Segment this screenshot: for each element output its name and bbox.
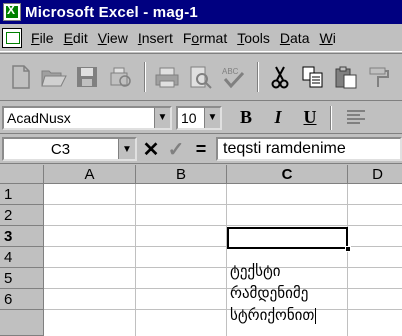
column-header-a[interactable]: A xyxy=(44,165,136,184)
enter-entry-button[interactable]: ✓ xyxy=(165,137,187,161)
format-painter-icon[interactable] xyxy=(364,62,394,92)
gridline xyxy=(226,184,227,336)
italic-button[interactable]: I xyxy=(264,105,292,131)
formula-bar: C3 ▼ ✕ ✓ = teqsti ramdenime xyxy=(0,135,402,164)
menu-view[interactable]: View xyxy=(93,30,133,46)
formula-input[interactable]: teqsti ramdenime xyxy=(216,137,402,161)
gridline xyxy=(135,184,136,336)
row-header-4[interactable]: 4 xyxy=(0,247,44,268)
column-header-c[interactable]: C xyxy=(227,165,348,184)
row-header-3[interactable]: 3 xyxy=(0,226,44,247)
row-header-1[interactable]: 1 xyxy=(0,184,44,205)
name-box[interactable]: C3 ▼ xyxy=(2,137,137,161)
gridline xyxy=(44,204,402,205)
cell-c4[interactable]: ტექსტი xyxy=(230,262,281,280)
menu-data[interactable]: Data xyxy=(275,30,315,46)
font-size-select[interactable]: 10 ▼ xyxy=(176,105,222,130)
formula-content: teqsti ramdenime xyxy=(223,140,346,157)
cut-icon[interactable] xyxy=(265,62,295,92)
edit-formula-button[interactable]: = xyxy=(190,137,212,161)
copy-icon[interactable] xyxy=(298,62,328,92)
worksheet-grid[interactable]: A B C D 1 2 3 4 5 6 xyxy=(0,165,402,336)
print-icon[interactable] xyxy=(152,62,182,92)
align-left-icon[interactable] xyxy=(342,105,370,131)
formatting-toolbar: AcadNusx ▼ 10 ▼ B I U xyxy=(0,102,402,134)
gridline xyxy=(44,267,402,268)
preview-icon[interactable] xyxy=(185,62,215,92)
window-title: Microsoft Excel - mag-1 xyxy=(25,3,198,21)
toolbar-separator xyxy=(330,105,332,130)
new-icon[interactable] xyxy=(6,62,36,92)
gridline xyxy=(44,309,402,310)
cell-c5[interactable]: რამდენიმე xyxy=(230,284,308,302)
svg-text:ABC: ABC xyxy=(222,67,239,76)
gridline xyxy=(347,184,348,336)
cell-c6[interactable]: სტრიქონით xyxy=(230,306,317,324)
column-header-d[interactable]: D xyxy=(348,165,402,184)
text-cursor xyxy=(315,307,317,324)
select-all-corner[interactable] xyxy=(0,165,44,184)
row-header-6[interactable]: 6 xyxy=(0,289,44,310)
toolbar-separator xyxy=(144,62,146,92)
print-preview-icon[interactable] xyxy=(105,62,135,92)
menu-window[interactable]: Wi xyxy=(314,30,340,46)
name-box-value: C3 xyxy=(50,140,71,158)
fill-handle[interactable] xyxy=(345,246,351,252)
menu-file[interactable]: File xyxy=(26,30,59,46)
chevron-down-icon[interactable]: ▼ xyxy=(204,107,220,128)
underline-button[interactable]: U xyxy=(296,105,324,131)
font-name-select[interactable]: AcadNusx ▼ xyxy=(2,105,172,130)
row-header-5[interactable]: 5 xyxy=(0,268,44,289)
menu-bar: File Edit View Insert Format Tools Data … xyxy=(0,24,402,52)
bold-button[interactable]: B xyxy=(232,105,260,131)
font-size-value: 10 xyxy=(181,109,197,126)
font-name-value: AcadNusx xyxy=(7,109,71,126)
workbook-control-icon[interactable] xyxy=(2,27,22,48)
menu-insert[interactable]: Insert xyxy=(133,30,178,46)
toolbar-separator xyxy=(257,62,259,92)
title-bar: Microsoft Excel - mag-1 xyxy=(0,0,402,24)
row-header-2[interactable]: 2 xyxy=(0,205,44,226)
chevron-down-icon[interactable]: ▼ xyxy=(118,139,135,159)
cancel-entry-button[interactable]: ✕ xyxy=(140,137,162,161)
menu-format[interactable]: Format xyxy=(178,30,232,46)
open-icon[interactable] xyxy=(39,62,69,92)
gridline xyxy=(44,288,402,289)
spelling-icon[interactable]: ABC xyxy=(218,62,248,92)
save-icon[interactable] xyxy=(72,62,102,92)
gridline xyxy=(44,225,402,226)
menu-tools[interactable]: Tools xyxy=(232,30,275,46)
column-header-b[interactable]: B xyxy=(136,165,227,184)
chevron-down-icon[interactable]: ▼ xyxy=(154,107,170,128)
excel-app-icon[interactable] xyxy=(3,3,21,21)
active-cell-c3[interactable] xyxy=(227,227,348,249)
standard-toolbar: ABC xyxy=(0,53,402,101)
row-header-7[interactable] xyxy=(0,310,44,336)
cell-c6-text: სტრიქონით xyxy=(230,306,315,324)
menu-edit[interactable]: Edit xyxy=(59,30,93,46)
paste-icon[interactable] xyxy=(331,62,361,92)
